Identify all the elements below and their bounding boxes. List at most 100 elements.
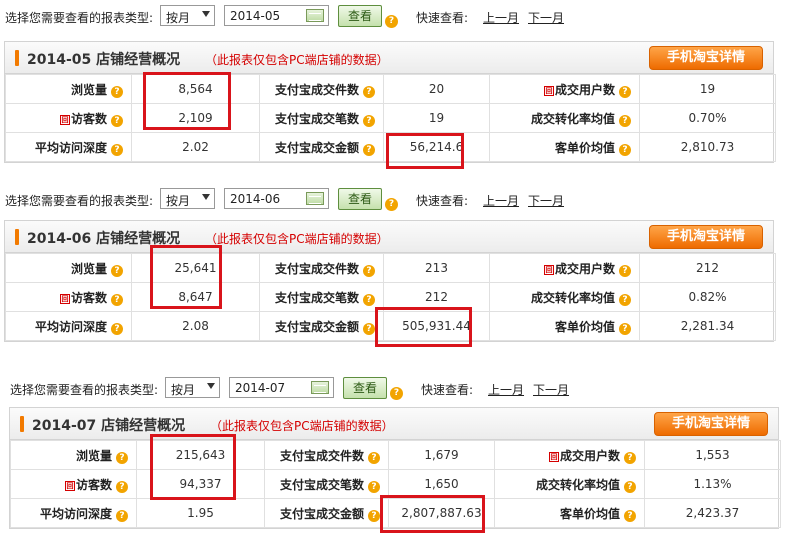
help-icon[interactable]: ? [619,293,631,306]
mobile-taobao-details-button[interactable]: 手机淘宝详情 [649,225,763,249]
avg-depth-label: 平均访问深度? [10,498,137,528]
help-icon[interactable]: ? [619,322,631,335]
conversion-value: 0.70% [639,103,776,133]
alipay-amount-value: 2,807,887.63 [388,498,495,528]
new-tag-icon: 回 [548,451,559,462]
buyers-label: 回成交用户数? [489,74,640,104]
alipay-items-value: 20 [383,74,490,104]
table-row: 回访客数? 94,337 支付宝成交笔数? 1,650 成交转化率均值? 1.1… [10,469,781,499]
header-accent-bar [15,50,19,66]
view-button[interactable]: 查看 [338,188,382,210]
alipay-orders-label: 支付宝成交笔数? [264,469,389,499]
avg-depth-value: 2.08 [131,311,260,341]
alipay-orders-label: 支付宝成交笔数? [259,282,384,312]
help-icon[interactable]: ? [619,264,631,277]
next-month-link[interactable]: 下一月 [528,192,564,209]
help-icon[interactable]: ? [111,143,123,156]
conversion-value: 0.82% [639,282,776,312]
help-icon[interactable]: ? [363,85,375,98]
help-icon[interactable]: ? [111,293,123,306]
visitors-value: 2,109 [131,103,260,133]
help-icon[interactable]: ? [116,451,128,464]
next-month-link[interactable]: 下一月 [528,9,564,26]
help-icon[interactable]: ? [368,451,380,464]
view-button[interactable]: 查看 [343,377,387,399]
help-icon[interactable]: ? [111,264,123,277]
help-icon[interactable]: ? [368,509,380,522]
pageviews-label: 浏览量? [5,74,132,104]
help-icon[interactable]: ? [368,480,380,493]
next-month-link[interactable]: 下一月 [533,381,569,398]
new-tag-icon: 回 [59,114,70,125]
alipay-items-value: 213 [383,253,490,283]
quick-view-label: 快速查看: [416,194,469,208]
help-icon[interactable]: ? [624,480,636,493]
help-icon[interactable]: ? [385,15,398,28]
help-icon[interactable]: ? [111,114,123,127]
new-tag-icon: 回 [59,293,70,304]
month-input[interactable]: 2014-07 [229,377,334,398]
period-select[interactable]: 按月 [160,188,215,209]
previous-month-link[interactable]: 上一月 [488,381,524,398]
unit-price-value: 2,281.34 [639,311,776,341]
conversion-label: 成交转化率均值? [489,103,640,133]
help-icon[interactable]: ? [363,264,375,277]
quick-view-label: 快速查看: [421,383,474,397]
period-select[interactable]: 按月 [160,5,215,26]
avg-depth-label: 平均访问深度? [5,311,132,341]
alipay-amount-value: 56,214.6 [383,132,490,162]
help-icon[interactable]: ? [111,85,123,98]
report-type-label: 选择您需要查看的报表类型: [5,194,154,208]
pageviews-value: 25,641 [131,253,260,283]
store-overview-panel: 2014-07 店铺经营概况 （此报表仅包含PC端店铺的数据） 手机淘宝详情 浏… [9,407,781,529]
alipay-orders-value: 212 [383,282,490,312]
help-icon[interactable]: ? [619,143,631,156]
report-query-bar: 选择您需要查看的报表类型: 按月 2014-07 查看 ? 快速查看: 上一月 … [5,372,785,405]
buyers-label: 回成交用户数? [489,253,640,283]
view-button[interactable]: 查看 [338,5,382,27]
report-query-bar: 选择您需要查看的报表类型: 按月 2014-05 查看 ? 快速查看: 上一月 … [0,0,780,33]
help-icon[interactable]: ? [619,85,631,98]
help-icon[interactable]: ? [116,480,128,493]
help-icon[interactable]: ? [619,114,631,127]
alipay-amount-label: 支付宝成交金额? [259,132,384,162]
month-input[interactable]: 2014-06 [224,188,329,209]
visitors-value: 94,337 [136,469,265,499]
buyers-value: 19 [639,74,776,104]
period-select[interactable]: 按月 [165,377,220,398]
calendar-icon[interactable] [306,192,324,205]
table-row: 平均访问深度? 2.02 支付宝成交金额? 56,214.6 客单价均值? 2,… [5,132,776,162]
help-icon[interactable]: ? [363,143,375,156]
mobile-taobao-details-button[interactable]: 手机淘宝详情 [654,412,768,436]
alipay-orders-value: 1,650 [388,469,495,499]
pageviews-value: 8,564 [131,74,260,104]
visitors-label: 回访客数? [5,103,132,133]
help-icon[interactable]: ? [116,509,128,522]
calendar-icon[interactable] [311,381,329,394]
help-icon[interactable]: ? [363,293,375,306]
chevron-down-icon [202,11,210,17]
help-icon[interactable]: ? [390,387,403,400]
help-icon[interactable]: ? [624,451,636,464]
mobile-taobao-details-button[interactable]: 手机淘宝详情 [649,46,763,70]
previous-month-link[interactable]: 上一月 [483,192,519,209]
help-icon[interactable]: ? [385,198,398,211]
alipay-orders-label: 支付宝成交笔数? [259,103,384,133]
previous-month-link[interactable]: 上一月 [483,9,519,26]
avg-depth-value: 1.95 [136,498,265,528]
header-accent-bar [15,229,19,245]
table-row: 浏览量? 8,564 支付宝成交件数? 20 回成交用户数? 19 [5,74,776,104]
new-tag-icon: 回 [543,85,554,96]
month-input[interactable]: 2014-05 [224,5,329,26]
report-section-2014-06: 选择您需要查看的报表类型: 按月 2014-06 查看 ? 快速查看: 上一月 … [0,183,780,342]
unit-price-label: 客单价均值? [489,311,640,341]
help-icon[interactable]: ? [624,509,636,522]
alipay-amount-label: 支付宝成交金额? [259,311,384,341]
unit-price-value: 2,423.37 [644,498,781,528]
help-icon[interactable]: ? [363,322,375,335]
report-section-2014-05: 选择您需要查看的报表类型: 按月 2014-05 查看 ? 快速查看: 上一月 … [0,0,780,163]
help-icon[interactable]: ? [111,322,123,335]
alipay-items-value: 1,679 [388,440,495,470]
calendar-icon[interactable] [306,9,324,22]
help-icon[interactable]: ? [363,114,375,127]
